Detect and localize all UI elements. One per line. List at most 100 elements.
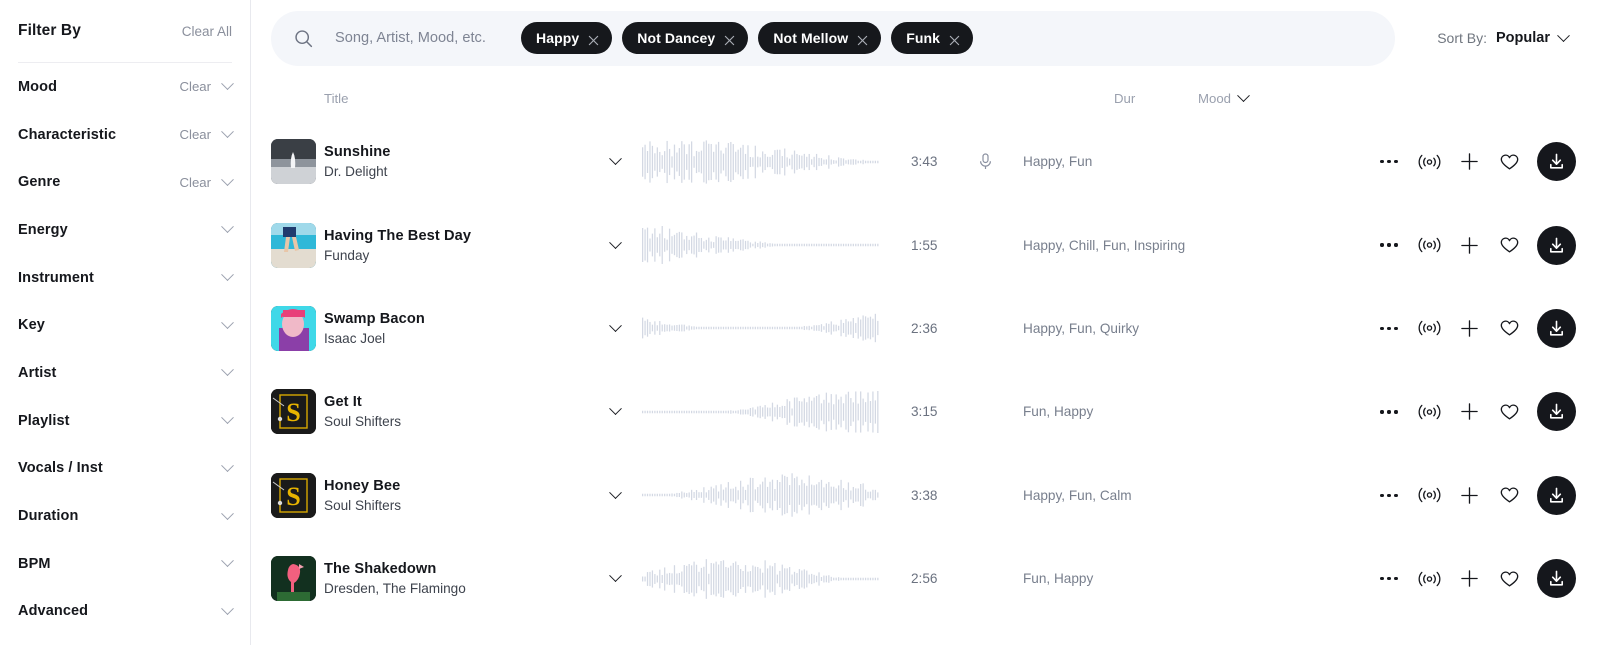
track-row[interactable]: The Shakedown Dresden, The Flamingo 2:56 Fu…	[251, 537, 1600, 620]
add-to-playlist-icon[interactable]	[1449, 142, 1489, 182]
waveform[interactable]	[641, 473, 881, 517]
more-options-icon[interactable]	[1369, 475, 1409, 515]
column-header-duration[interactable]: Dur	[1114, 91, 1198, 106]
filter-group-artist[interactable]: Artist	[18, 349, 234, 397]
track-artist[interactable]: Isaac Joel	[324, 331, 594, 346]
filter-clear-button[interactable]: Clear	[179, 175, 211, 190]
waveform[interactable]	[641, 223, 881, 267]
more-options-icon[interactable]	[1369, 142, 1409, 182]
more-options-icon[interactable]	[1369, 392, 1409, 432]
more-options-icon[interactable]	[1369, 225, 1409, 265]
filter-group-energy[interactable]: Energy	[18, 206, 234, 254]
filter-chip-happy[interactable]: Happy	[521, 22, 613, 54]
find-similar-icon[interactable]	[1409, 392, 1449, 432]
chevron-down-icon[interactable]	[221, 506, 234, 520]
track-title[interactable]: The Shakedown	[324, 561, 594, 577]
column-header-mood[interactable]: Mood	[1198, 88, 1250, 106]
filter-chip-funk[interactable]: Funk	[891, 22, 974, 54]
album-art[interactable]: S	[271, 472, 316, 518]
filter-group-advanced[interactable]: Advanced	[18, 588, 234, 636]
expand-row-button[interactable]	[594, 152, 636, 166]
track-title[interactable]: Swamp Bacon	[324, 311, 594, 327]
download-button[interactable]	[1537, 308, 1576, 348]
track-row[interactable]: S Honey Bee Soul Shifters 3:38 Happy, Fun, C…	[251, 454, 1600, 537]
chevron-down-icon[interactable]	[1557, 28, 1570, 42]
track-artist[interactable]: Soul Shifters	[324, 498, 594, 513]
close-icon[interactable]	[857, 33, 868, 45]
track-row[interactable]: Having The Best Day Funday 1:55 Happy, Chil…	[251, 203, 1600, 286]
heart-icon[interactable]	[1489, 308, 1529, 348]
find-similar-icon[interactable]	[1409, 559, 1449, 599]
filter-group-characteristic[interactable]: Characteristic Clear	[18, 111, 234, 159]
expand-row-button[interactable]	[594, 235, 636, 250]
heart-icon[interactable]	[1489, 392, 1529, 432]
filter-chip-not-dancey[interactable]: Not Dancey	[622, 22, 749, 54]
filter-group-bpm[interactable]: BPM	[18, 540, 234, 588]
waveform[interactable]	[641, 557, 881, 601]
album-art[interactable]	[271, 222, 316, 268]
chevron-down-icon[interactable]	[221, 411, 234, 425]
chevron-down-icon[interactable]	[221, 316, 234, 329]
track-row[interactable]: Sunshine Dr. Delight 3:43 Happy, Fun	[251, 120, 1600, 203]
add-to-playlist-icon[interactable]	[1449, 308, 1489, 348]
filter-group-vocals-inst[interactable]: Vocals / Inst	[18, 445, 234, 493]
add-to-playlist-icon[interactable]	[1449, 559, 1489, 599]
album-art[interactable]	[271, 305, 316, 351]
column-header-title[interactable]: Title	[271, 91, 541, 106]
expand-row-button[interactable]	[594, 486, 636, 500]
waveform[interactable]	[641, 306, 881, 350]
expand-row-button[interactable]	[594, 569, 636, 583]
track-title[interactable]: Having The Best Day	[324, 228, 594, 244]
more-options-icon[interactable]	[1369, 308, 1409, 348]
album-art[interactable]	[271, 139, 316, 185]
search-input[interactable]	[335, 23, 521, 53]
chevron-down-icon[interactable]	[221, 363, 234, 377]
track-artist[interactable]: Dr. Delight	[324, 164, 594, 179]
filter-chip-not-mellow[interactable]: Not Mellow	[758, 22, 882, 54]
track-title[interactable]: Honey Bee	[324, 478, 594, 494]
filter-clear-button[interactable]: Clear	[179, 127, 211, 142]
track-artist[interactable]: Dresden, The Flamingo	[324, 581, 594, 596]
track-title[interactable]: Sunshine	[324, 144, 594, 160]
heart-icon[interactable]	[1489, 559, 1529, 599]
find-similar-icon[interactable]	[1409, 475, 1449, 515]
clear-all-button[interactable]: Clear All	[182, 24, 232, 39]
download-button[interactable]	[1537, 225, 1576, 265]
track-row[interactable]: S Get It Soul Shifters 3:15 Fun, Happy	[251, 370, 1600, 453]
close-icon[interactable]	[588, 33, 599, 45]
heart-icon[interactable]	[1489, 225, 1529, 265]
chevron-down-icon[interactable]	[221, 220, 234, 234]
download-button[interactable]	[1537, 559, 1576, 599]
chevron-down-icon[interactable]	[221, 268, 234, 282]
chevron-down-icon[interactable]	[221, 554, 234, 568]
download-button[interactable]	[1537, 142, 1576, 182]
close-icon[interactable]	[949, 33, 960, 45]
find-similar-icon[interactable]	[1409, 142, 1449, 182]
chevron-down-icon[interactable]	[221, 459, 234, 472]
chevron-down-icon[interactable]	[221, 173, 234, 186]
sort-control[interactable]: Sort By: Popular	[1395, 28, 1600, 46]
track-row[interactable]: Swamp Bacon Isaac Joel 2:36 Happy, Fun, Qui…	[251, 287, 1600, 370]
add-to-playlist-icon[interactable]	[1449, 475, 1489, 515]
expand-row-button[interactable]	[594, 402, 636, 416]
track-artist[interactable]: Funday	[324, 248, 594, 263]
album-art[interactable]: S	[271, 389, 316, 435]
filter-group-mood[interactable]: Mood Clear	[18, 63, 234, 111]
heart-icon[interactable]	[1489, 475, 1529, 515]
album-art[interactable]	[271, 556, 316, 602]
heart-icon[interactable]	[1489, 142, 1529, 182]
filter-group-playlist[interactable]: Playlist	[18, 397, 234, 445]
find-similar-icon[interactable]	[1409, 308, 1449, 348]
filter-group-instrument[interactable]: Instrument	[18, 254, 234, 302]
chevron-down-icon[interactable]	[221, 602, 234, 615]
download-button[interactable]	[1537, 392, 1576, 432]
add-to-playlist-icon[interactable]	[1449, 225, 1489, 265]
track-artist[interactable]: Soul Shifters	[324, 414, 594, 429]
chevron-down-icon[interactable]	[221, 125, 234, 139]
search-bar[interactable]: Happy Not Dancey Not Mellow Funk	[271, 10, 1395, 66]
close-icon[interactable]	[724, 33, 735, 45]
more-options-icon[interactable]	[1369, 559, 1409, 599]
waveform[interactable]	[641, 390, 881, 434]
filter-clear-button[interactable]: Clear	[179, 79, 211, 94]
waveform[interactable]	[641, 140, 881, 184]
